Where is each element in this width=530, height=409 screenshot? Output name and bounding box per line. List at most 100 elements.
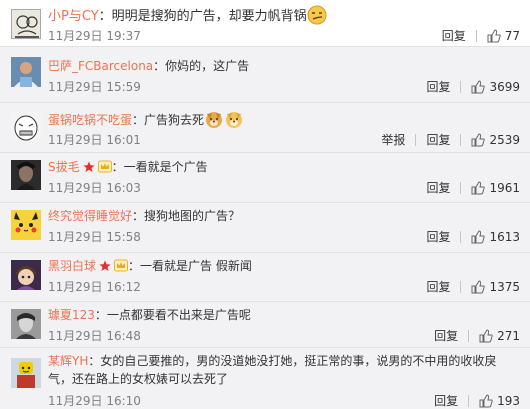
like-count: 1961: [489, 180, 520, 195]
comment-actions: 回复 193: [424, 392, 520, 409]
reply-button[interactable]: 回复: [434, 327, 458, 344]
like-button[interactable]: 1613: [471, 230, 520, 244]
reply-button[interactable]: 回复: [426, 179, 450, 196]
doge-emoji-icon: [204, 109, 224, 129]
comment-item: 黑羽白球 ：一看就是广告 假新闻 11月29日 16:12 回复 1375: [0, 253, 530, 302]
thumbs-up-icon: [471, 132, 486, 146]
avatar[interactable]: [11, 160, 41, 190]
comment-actions: 回复 1961: [416, 179, 520, 196]
thumbs-up-icon: [471, 79, 486, 93]
like-count: 271: [497, 328, 520, 343]
divider: [460, 80, 462, 93]
username-link[interactable]: 璩夏123: [48, 308, 95, 322]
avatar[interactable]: [11, 112, 41, 142]
comment-time: 11月29日 16:01: [48, 133, 141, 147]
comment-text: ：一点都要看不出来是广告呢: [94, 308, 251, 322]
comment-actions: 回复 1613: [416, 228, 520, 245]
comment-item: 璩夏123：一点都要看不出来是广告呢 11月29日 16:48 回复 271: [0, 302, 530, 348]
thumbs-up-icon: [479, 328, 493, 342]
comment-actions: 举报 回复 2539: [371, 131, 520, 148]
divider: [460, 181, 462, 194]
thumbs-up-icon: [471, 229, 486, 243]
comment-actions: 回复 1375: [416, 278, 520, 295]
comment-text: ：明明是搜狗的广告，却要力帆背锅: [98, 9, 307, 24]
like-count: 1375: [489, 279, 520, 294]
comment-line: 巴萨_FCBarcelona：你妈的，这广告: [48, 58, 520, 75]
avatar[interactable]: [11, 260, 41, 290]
divider: [460, 280, 462, 293]
doge-emoji-icon: [224, 109, 244, 129]
comment-time: 11月29日 15:58: [48, 230, 141, 244]
comment-item: S拔毛 ：一看就是个广告 11月29日 16:03 回复 1961: [0, 153, 530, 203]
username-link[interactable]: 终究觉得睡觉好: [48, 209, 132, 223]
comment-item: 某辉YH：女的自己要推的，男的没道她没打她，挺正常的事，说男的不中用的收收戾气，…: [0, 348, 530, 408]
comment-list: 小P与CY：明明是搜狗的广告，却要力帆背锅 11月29日 19:37 回复 77…: [0, 0, 530, 408]
username-link[interactable]: 小P与CY: [48, 9, 99, 24]
thumbs-up-icon: [487, 28, 501, 42]
divider: [415, 133, 417, 146]
comment-time: 11月29日 16:12: [48, 280, 141, 294]
comment-line: 蛋锅吃锅不吃蛋：广告狗去死: [48, 109, 520, 129]
comment-time: 11月29日 16:10: [48, 394, 141, 408]
divider: [475, 29, 477, 42]
comment-item: 小P与CY：明明是搜狗的广告，却要力帆背锅 11月29日 19:37 回复 77: [0, 0, 530, 47]
comment-text: ：你妈的，这广告: [153, 59, 250, 73]
comment-time: 11月29日 15:59: [48, 80, 141, 94]
like-button[interactable]: 77: [487, 29, 520, 43]
comment-text: ：女的自己要推的，男的没道她没打她，挺正常的事，说男的不中用的收收戾气，还在路上…: [48, 354, 497, 386]
crown-badge-icon[interactable]: [97, 160, 112, 178]
comment-item: 巴萨_FCBarcelona：你妈的，这广告 11月29日 15:59 回复 3…: [0, 47, 530, 103]
like-button[interactable]: 3699: [471, 80, 520, 94]
comment-line: 终究觉得睡觉好：搜狗地图的广告？: [48, 208, 520, 225]
comment-text: ：广告狗去死: [132, 113, 205, 127]
reply-button[interactable]: 回复: [434, 392, 458, 409]
reply-button[interactable]: 回复: [442, 27, 466, 44]
like-count: 1613: [489, 229, 520, 244]
like-button[interactable]: 2539: [471, 133, 520, 147]
comment-line: 小P与CY：明明是搜狗的广告，却要力帆背锅: [48, 5, 520, 25]
comment-text: ：一看就是广告 假新闻: [128, 259, 252, 273]
thumbs-up-icon: [471, 180, 486, 194]
thumbs-up-icon: [471, 279, 486, 293]
like-button[interactable]: 1375: [471, 280, 520, 294]
like-count: 2539: [489, 132, 520, 147]
avatar[interactable]: [11, 309, 41, 339]
username-link[interactable]: 巴萨_FCBarcelona: [48, 59, 153, 73]
avatar[interactable]: [11, 210, 41, 240]
avatar[interactable]: [11, 57, 41, 87]
avatar[interactable]: [11, 9, 41, 39]
comment-line: S拔毛 ：一看就是个广告: [48, 159, 520, 178]
reply-button[interactable]: 回复: [426, 78, 450, 95]
smirk-emoji-icon: [307, 5, 327, 25]
thumbs-up-icon: [479, 393, 493, 407]
report-button[interactable]: 举报: [381, 131, 405, 148]
comment-actions: 回复 3699: [416, 78, 520, 95]
like-button[interactable]: 271: [479, 329, 520, 343]
reply-button[interactable]: 回复: [426, 278, 450, 295]
divider: [460, 133, 462, 146]
like-count: 193: [497, 393, 520, 408]
username-link[interactable]: S拔毛: [48, 160, 80, 174]
comment-time: 11月29日 16:03: [48, 181, 141, 195]
reply-button[interactable]: 回复: [426, 228, 450, 245]
comment-item: 终究觉得睡觉好：搜狗地图的广告？ 11月29日 15:58 回复 1613: [0, 203, 530, 253]
username-link[interactable]: 某辉YH: [48, 354, 88, 368]
like-count: 77: [504, 28, 520, 43]
username-link[interactable]: 黑羽白球: [48, 259, 96, 273]
like-button[interactable]: 1961: [471, 181, 520, 195]
reply-button[interactable]: 回复: [426, 131, 450, 148]
star-badge-icon[interactable]: [83, 161, 95, 178]
comment-time: 11月29日 16:48: [48, 329, 141, 343]
like-button[interactable]: 193: [479, 394, 520, 408]
comment-actions: 回复 77: [432, 27, 520, 44]
username-link[interactable]: 蛋锅吃锅不吃蛋: [48, 113, 132, 127]
comment-text: ：搜狗地图的广告？: [132, 209, 241, 223]
comment-item: 蛋锅吃锅不吃蛋：广告狗去死 11月29日 16:01 举报 回复 2539: [0, 103, 530, 153]
avatar[interactable]: [11, 358, 41, 388]
comment-line: 黑羽白球 ：一看就是广告 假新闻: [48, 258, 520, 277]
crown-badge-icon[interactable]: [114, 259, 129, 277]
star-badge-icon[interactable]: [99, 260, 111, 277]
divider: [468, 394, 470, 407]
comment-actions: 回复 271: [424, 327, 520, 344]
comment-time: 11月29日 19:37: [48, 29, 141, 43]
